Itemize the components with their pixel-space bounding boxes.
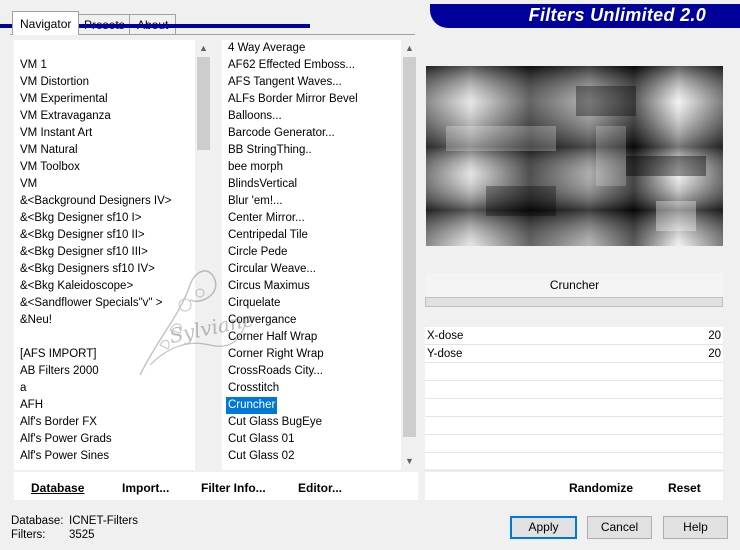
reset-button[interactable]: Reset — [668, 481, 701, 495]
filter-info-button[interactable]: Filter Info... — [201, 481, 266, 495]
title-banner: Filters Unlimited 2.0 — [430, 4, 740, 28]
list-item[interactable]: &<Bkg Designers sf10 IV> — [20, 261, 155, 278]
right-button-bar: Randomize Reset — [425, 472, 723, 500]
filters-count-value: 3525 — [69, 529, 95, 541]
filter-scrollbar[interactable]: ▲ ▼ — [401, 40, 418, 470]
scroll-up-icon[interactable]: ▲ — [195, 40, 212, 57]
category-scroll-thumb[interactable] — [197, 57, 210, 150]
list-item[interactable]: a — [20, 380, 26, 397]
list-item[interactable]: Blur 'em!... — [228, 193, 283, 210]
list-item[interactable]: Corner Right Wrap — [228, 346, 324, 363]
scroll-down-icon[interactable]: ▼ — [401, 453, 418, 470]
database-button[interactable]: Database — [31, 481, 84, 495]
list-item[interactable]: Circus Maximus — [228, 278, 310, 295]
database-value: ICNET-Filters — [69, 515, 138, 527]
list-item[interactable]: Barcode Generator... — [228, 125, 335, 142]
list-item[interactable]: &<Sandflower Specials"v" > — [20, 295, 162, 312]
list-item[interactable]: &<Bkg Kaleidoscope> — [20, 278, 133, 295]
list-item[interactable]: Circular Weave... — [228, 261, 316, 278]
list-item[interactable]: Corner Half Wrap — [228, 329, 317, 346]
list-item[interactable]: VM Experimental — [20, 91, 108, 108]
list-item[interactable]: &Neu! — [20, 312, 52, 329]
apply-button[interactable]: Apply — [510, 516, 577, 539]
list-item[interactable]: Convergance — [228, 312, 296, 329]
param-label: Y-dose — [427, 348, 463, 360]
filter-preview-image — [426, 66, 723, 246]
list-item[interactable]: Circle Pede — [228, 244, 287, 261]
control-separator — [425, 297, 723, 307]
filter-scroll-thumb[interactable] — [403, 57, 416, 437]
list-item[interactable]: BlindsVertical — [228, 176, 297, 193]
list-item[interactable]: VM Toolbox — [20, 159, 80, 176]
list-item[interactable]: AF62 Effected Emboss... — [228, 57, 355, 74]
param-row-empty — [425, 435, 723, 453]
filters-count-label: Filters: — [11, 529, 46, 541]
help-button[interactable]: Help — [663, 516, 728, 539]
list-item[interactable]: &<Bkg Designer sf10 II> — [20, 227, 145, 244]
category-list[interactable]: VM 1 VM Distortion VM Experimental VM Extra… — [14, 40, 212, 470]
list-item[interactable]: VM — [20, 176, 37, 193]
param-row-ydose[interactable]: Y-dose 20 — [425, 345, 723, 363]
list-item[interactable]: &<Bkg Designer sf10 III> — [20, 244, 148, 261]
list-item[interactable]: Cruncher — [226, 397, 278, 414]
list-item[interactable]: Cut Glass 02 — [228, 448, 294, 465]
list-item[interactable]: Alf's Border FX — [20, 414, 97, 431]
param-row-empty — [425, 399, 723, 417]
list-item[interactable]: ALFs Border Mirror Bevel — [228, 91, 358, 108]
param-row-empty — [425, 417, 723, 435]
editor-button[interactable]: Editor... — [298, 481, 342, 495]
list-item[interactable]: Alf's Power Sines — [20, 448, 109, 465]
banner-title: Filters Unlimited 2.0 — [528, 5, 706, 25]
param-row-xdose[interactable]: X-dose 20 — [425, 327, 723, 345]
filter-list[interactable]: 4 Way Average AF62 Effected Emboss... AFS … — [222, 40, 418, 470]
list-item[interactable]: Cut Glass BugEye — [228, 414, 322, 431]
list-item[interactable]: bee morph — [228, 159, 283, 176]
list-item[interactable]: VM Extravaganza — [20, 108, 111, 125]
param-label: X-dose — [427, 330, 464, 342]
list-item[interactable]: VM Natural — [20, 142, 78, 159]
list-item[interactable]: Cut Glass 01 — [228, 431, 294, 448]
list-item[interactable]: VM Distortion — [20, 74, 89, 91]
param-row-empty — [425, 363, 723, 381]
randomize-button[interactable]: Randomize — [569, 481, 633, 495]
tab-navigator[interactable]: Navigator — [12, 11, 80, 35]
list-item[interactable]: Alf's Power Grads — [20, 431, 112, 448]
param-value[interactable]: 20 — [708, 345, 721, 363]
list-item[interactable]: AB Filters 2000 — [20, 363, 99, 380]
list-item[interactable]: [AFS IMPORT] — [20, 346, 96, 363]
cancel-button[interactable]: Cancel — [587, 516, 652, 539]
list-item[interactable]: CrossRoads City... — [228, 363, 323, 380]
category-scrollbar[interactable]: ▲ — [195, 40, 212, 470]
list-item[interactable]: Cirquelate — [228, 295, 280, 312]
list-item[interactable]: AFH — [20, 397, 43, 414]
list-item[interactable]: VM 1 — [20, 57, 47, 74]
left-button-bar: Database Import... Filter Info... Editor… — [14, 472, 418, 500]
filter-title: Cruncher — [426, 273, 723, 297]
param-row-empty — [425, 381, 723, 399]
list-item[interactable]: 4 Way Average — [228, 40, 305, 57]
list-item[interactable]: Center Mirror... — [228, 210, 305, 227]
list-item[interactable]: BB StringThing.. — [228, 142, 312, 159]
list-item[interactable]: AFS Tangent Waves... — [228, 74, 342, 91]
list-item[interactable]: Crosstitch — [228, 380, 279, 397]
param-row-empty — [425, 453, 723, 471]
list-item[interactable]: &<Background Designers IV> — [20, 193, 172, 210]
list-item[interactable]: VM Instant Art — [20, 125, 92, 142]
parameter-panel: X-dose 20 Y-dose 20 — [425, 327, 723, 471]
list-item[interactable]: &<Bkg Designer sf10 I> — [20, 210, 141, 227]
import-button[interactable]: Import... — [122, 481, 169, 495]
param-value[interactable]: 20 — [708, 327, 721, 345]
database-label: Database: — [11, 515, 64, 527]
scroll-up-icon[interactable]: ▲ — [401, 40, 418, 57]
list-item[interactable]: Centripedal Tile — [228, 227, 308, 244]
list-item[interactable]: Balloons... — [228, 108, 282, 125]
